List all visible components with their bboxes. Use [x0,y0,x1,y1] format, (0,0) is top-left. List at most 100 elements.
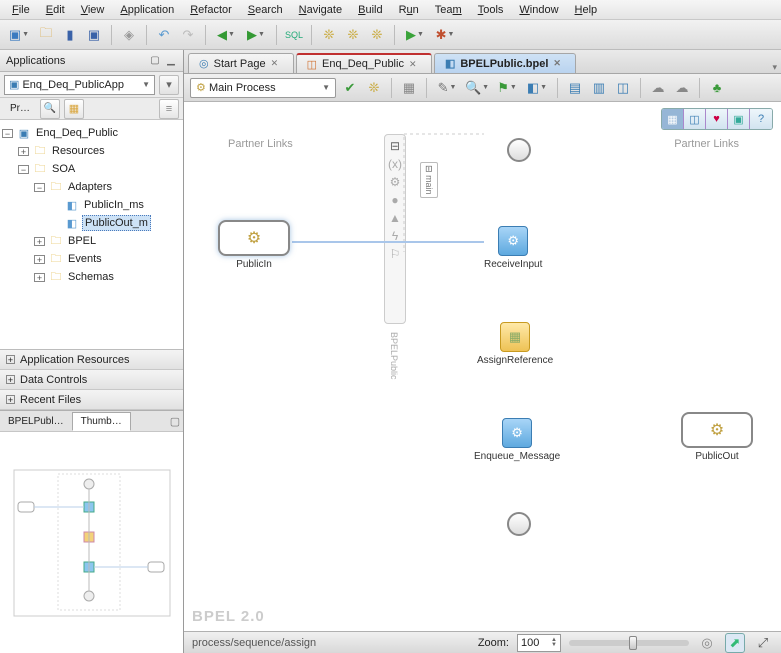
tool-d-button[interactable]: ◧▼ [524,78,550,98]
nav-forward-button[interactable]: ▶▼ [243,25,269,45]
menu-view[interactable]: View [73,2,113,18]
project-filter-button[interactable]: ▦ [64,99,84,119]
tool-c-button[interactable]: ⚑▼ [494,78,520,98]
view-test-button[interactable]: ♥ [706,109,728,129]
menu-refactor[interactable]: Refactor [182,2,240,18]
tree-publicin[interactable]: PublicIn_ms [82,198,146,212]
menu-team[interactable]: Team [427,2,470,18]
scope-main-label[interactable]: ⊟ main [420,162,438,198]
start-node[interactable] [507,138,531,162]
monitor-icon: ◫ [689,113,699,126]
redo-button[interactable]: ↷ [178,25,198,45]
panel-restore-icon[interactable]: ▢ [167,415,183,428]
cloud-a-button[interactable]: ☁ [648,78,668,98]
process-selector[interactable]: ⚙ Main Process ▼ [190,78,336,98]
acc-data-controls[interactable]: +Data Controls [0,370,183,390]
menu-run[interactable]: Run [391,2,427,18]
breadcrumb: process/sequence/assign [192,637,470,649]
menu-search[interactable]: Search [240,2,291,18]
assign-reference-node[interactable]: ▦ [500,322,530,352]
tree-schemas[interactable]: Schemas [66,270,116,284]
panel-restore-icon[interactable]: ▢ [149,55,161,67]
acc-app-resources[interactable]: +Application Resources [0,350,183,370]
spin-down-icon[interactable]: ▼ [551,643,557,648]
slider-knob[interactable] [629,636,637,650]
zoom-input[interactable]: 100 ▲▼ [517,634,561,652]
fullscreen-button[interactable]: ⤢ [753,633,773,653]
save-all-button[interactable]: ▣ [84,25,104,45]
tab-bpelpublic[interactable]: ◧ BPELPublic.bpel ✕ [434,53,576,73]
tab-start-page[interactable]: ◎ Start Page ✕ [188,53,294,73]
menu-help[interactable]: Help [567,2,606,18]
save-all-icon: ▣ [88,27,100,43]
open-icon: 🗀 [39,24,52,46]
publicin-partner[interactable]: ⚙ [218,220,290,256]
tree-publicout[interactable]: PublicOut_m [82,215,151,231]
menu-navigate[interactable]: Navigate [291,2,350,18]
tree-events[interactable]: Events [66,252,104,266]
new-button[interactable]: ▣▼ [6,25,32,45]
view-design-button[interactable]: ▦ [662,109,684,129]
tool-a-button[interactable]: ✎▼ [434,78,460,98]
tree-adapters[interactable]: Adapters [66,180,114,194]
nav-back-button[interactable]: ◀▼ [213,25,239,45]
shield-button[interactable]: ◈ [119,25,139,45]
layout-c-button[interactable]: ◫ [613,78,633,98]
bpel-watermark: BPEL 2.0 [192,608,265,625]
view-image-button[interactable]: ▣ [728,109,750,129]
close-icon[interactable]: ✕ [553,58,565,69]
project-navigator[interactable]: −▣Enq_Deq_Public +🗀Resources −🗀SOA −🗀Ada… [0,120,183,349]
editor-menu-icon[interactable]: ▾ [772,62,777,73]
project-config-button[interactable]: ≡ [159,99,179,119]
publicout-partner[interactable]: ⚙ [681,412,753,448]
menu-edit[interactable]: Edit [38,2,73,18]
menu-file[interactable]: File [4,2,38,18]
layout-a-button[interactable]: ▤ [565,78,585,98]
project-find-button[interactable]: 🔍 [40,99,60,119]
end-node[interactable] [507,512,531,536]
panel-minimize-icon[interactable]: ▁ [165,55,177,67]
close-icon[interactable]: ✕ [271,58,283,69]
close-icon[interactable]: ✕ [409,59,421,70]
receive-input-node[interactable]: ⚙ [498,226,528,256]
layout-b-button[interactable]: ▥ [589,78,609,98]
menu-application[interactable]: Application [112,2,182,18]
tree-resources[interactable]: Resources [50,144,107,158]
db-tool-button[interactable]: SQL [284,25,304,45]
app-menu-button[interactable]: ▾ [159,75,179,95]
tab-enq-deq-public[interactable]: ◫ Enq_Deq_Public ✕ [296,53,432,73]
validate-button[interactable]: ✔ [340,78,360,98]
save-button[interactable]: ▮ [60,25,80,45]
menu-window[interactable]: Window [511,2,566,18]
undo-button[interactable]: ↶ [154,25,174,45]
tree-soa[interactable]: SOA [50,162,77,176]
cloud-b-button[interactable]: ☁ [672,78,692,98]
acc-recent-files[interactable]: +Recent Files [0,390,183,410]
comp3-button[interactable]: ❊ [367,25,387,45]
zoom-to-button[interactable]: ⬈ [725,633,745,653]
application-dropdown[interactable]: ▣ Enq_Deq_PublicApp ▼ [4,75,155,95]
tree-button[interactable]: ♣ [707,78,727,98]
comp2-button[interactable]: ❊ [343,25,363,45]
tab-thumbnail[interactable]: Thumb… [72,412,131,431]
tree-bpel[interactable]: BPEL [66,234,98,248]
gear-icon: ⚙ [507,233,519,249]
enqueue-message-node[interactable]: ⚙ [502,418,532,448]
tool-b-button[interactable]: 🔍▼ [464,78,490,98]
view-monitor-button[interactable]: ◫ [684,109,706,129]
menu-build[interactable]: Build [350,2,390,18]
run-button[interactable]: ▶▼ [402,25,428,45]
debug-button[interactable]: ✱▼ [432,25,458,45]
filter-button[interactable]: ▦ [399,78,419,98]
thumbnail-viewer[interactable] [0,432,183,653]
tab-bpelpubl[interactable]: BPELPubl… [0,413,72,430]
zoom-fit-button[interactable]: ◎ [697,633,717,653]
menu-tools[interactable]: Tools [470,2,512,18]
view-help-button[interactable]: ? [750,109,772,129]
zoom-slider[interactable] [569,640,689,646]
partner-view-button[interactable]: ❊ [364,78,384,98]
comp1-button[interactable]: ❊ [319,25,339,45]
open-button[interactable]: 🗀 [36,25,56,45]
project-root[interactable]: Enq_Deq_Public [34,126,120,140]
projects-tab[interactable]: Pr… [4,101,36,116]
